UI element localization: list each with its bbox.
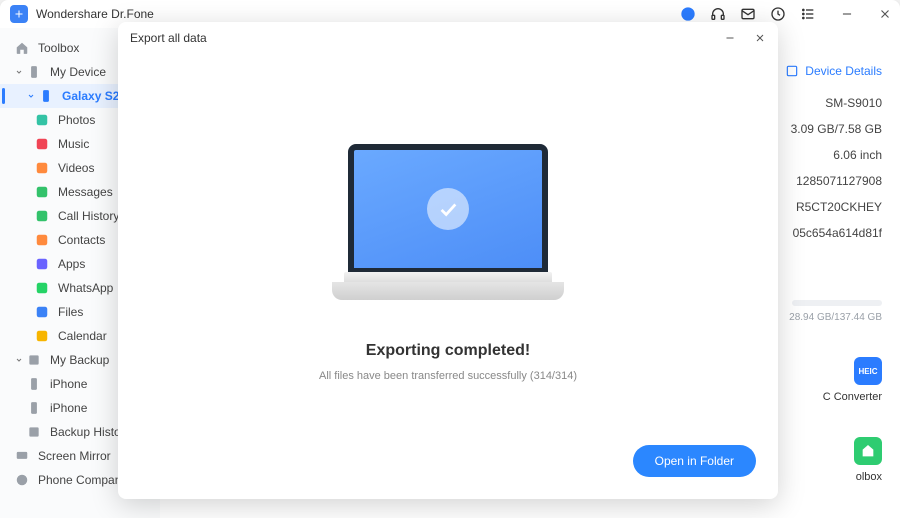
device-details-panel: Device Details SM-S9010 3.09 GB/7.58 GB … <box>774 64 882 483</box>
chevron-down-icon <box>14 355 24 365</box>
mirror-icon <box>14 448 30 464</box>
modal-subtext: All files have been transferred successf… <box>319 370 577 382</box>
modal-footer: Open in Folder <box>118 445 778 499</box>
home-icon <box>14 40 30 56</box>
close-icon[interactable] <box>878 7 892 21</box>
modal-body: Exporting completed! All files have been… <box>118 54 778 445</box>
modal-header: Export all data <box>118 22 778 54</box>
backup-icon <box>26 352 42 368</box>
phone-icon <box>26 64 42 80</box>
device-details-label: Device Details <box>805 64 882 78</box>
minimize-icon[interactable] <box>840 7 854 21</box>
laptop-screen <box>348 144 548 274</box>
sidebar-item-label: My Device <box>50 65 106 79</box>
tile-olbox[interactable]: olbox <box>774 437 882 483</box>
sidebar-item-label: Videos <box>58 161 94 175</box>
calendar-icon <box>34 328 50 344</box>
sidebar-item-label: My Backup <box>50 353 109 367</box>
music-icon <box>34 136 50 152</box>
chevron-down-icon <box>26 91 36 101</box>
photos-icon <box>34 112 50 128</box>
laptop-illustration <box>328 144 568 304</box>
export-modal: Export all data Exporting completed! All… <box>118 22 778 499</box>
chevron-down-icon <box>14 67 24 77</box>
history-icon[interactable] <box>770 6 786 22</box>
phone-icon <box>26 400 42 416</box>
mail-icon[interactable] <box>740 6 756 22</box>
sidebar-item-label: Music <box>58 137 89 151</box>
modal-close-icon[interactable] <box>754 32 766 44</box>
tile-heic-converter[interactable]: HEIC C Converter <box>774 357 882 403</box>
app-logo <box>10 5 28 23</box>
sidebar-item-label: Calendar <box>58 329 107 343</box>
sidebar-item-label: iPhone <box>50 401 87 415</box>
menu-icon[interactable] <box>800 6 816 22</box>
sidebar-item-label: Screen Mirror <box>38 449 111 463</box>
phone-icon <box>26 376 42 392</box>
heic-icon: HEIC <box>854 357 882 385</box>
phone-call-icon <box>34 208 50 224</box>
title-actions <box>680 6 892 22</box>
tile-label: C Converter <box>823 391 882 403</box>
modal-title: Export all data <box>130 31 207 45</box>
sidebar-item-label: Apps <box>58 257 85 271</box>
phone-icon <box>38 88 54 104</box>
sidebar-item-label: Call History <box>58 209 119 223</box>
storage-text: 28.94 GB/137.44 GB <box>774 312 882 323</box>
device-details-link[interactable]: Device Details <box>774 64 882 78</box>
contacts-icon <box>34 232 50 248</box>
detail-storage: 3.09 GB/7.58 GB <box>774 122 882 136</box>
apps-icon <box>34 256 50 272</box>
videos-icon <box>34 160 50 176</box>
account-icon[interactable] <box>680 6 696 22</box>
sidebar-item-label: Toolbox <box>38 41 79 55</box>
headset-icon[interactable] <box>710 6 726 22</box>
sidebar-item-label: WhatsApp <box>58 281 113 295</box>
app-title: Wondershare Dr.Fone <box>36 7 154 21</box>
check-icon <box>427 188 469 230</box>
tile-label: olbox <box>856 471 882 483</box>
sidebar-item-label: iPhone <box>50 377 87 391</box>
files-icon <box>34 304 50 320</box>
laptop-keyboard <box>344 272 552 282</box>
storage-bar <box>792 300 882 306</box>
detail-screen: 6.06 inch <box>774 148 882 162</box>
modal-minimize-icon[interactable] <box>724 32 736 44</box>
olbox-icon <box>854 437 882 465</box>
laptop-base <box>332 282 564 300</box>
detail-model: SM-S9010 <box>774 96 882 110</box>
detail-imei: 1285071127908 <box>774 174 882 188</box>
open-in-folder-button[interactable]: Open in Folder <box>633 445 756 477</box>
sidebar-item-label: Files <box>58 305 83 319</box>
messages-icon <box>34 184 50 200</box>
detail-device-id: 05c654a614d81f <box>774 226 882 240</box>
whatsapp-icon <box>34 280 50 296</box>
sidebar-item-label: Messages <box>58 185 113 199</box>
modal-heading: Exporting completed! <box>366 342 530 360</box>
companion-icon <box>14 472 30 488</box>
history-icon <box>26 424 42 440</box>
sidebar-item-label: Contacts <box>58 233 105 247</box>
sidebar-item-label: Photos <box>58 113 95 127</box>
detail-serial: R5CT20CKHEY <box>774 200 882 214</box>
sidebar-item-label: Galaxy S22 <box>62 89 126 103</box>
